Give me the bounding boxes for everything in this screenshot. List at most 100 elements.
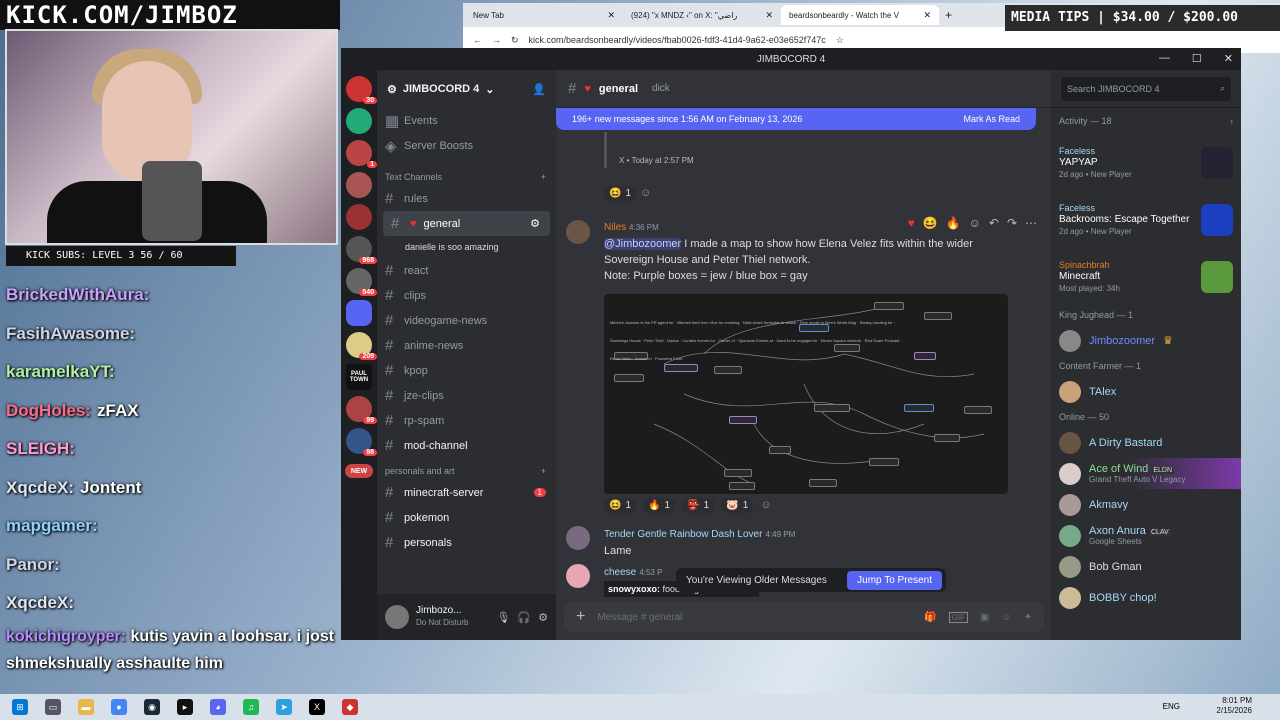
- reply-icon[interactable]: ↶: [989, 216, 999, 230]
- gif-icon[interactable]: GIF: [948, 611, 968, 623]
- reaction[interactable]: 🔥 1: [643, 498, 676, 513]
- close-icon[interactable]: ✕: [765, 10, 773, 21]
- author-name[interactable]: Tender Gentle Rainbow Dash Lover: [604, 529, 762, 540]
- member-item[interactable]: Akmavy: [1051, 489, 1241, 520]
- avatar[interactable]: [566, 220, 590, 244]
- member-item[interactable]: Bob Gman: [1051, 551, 1241, 582]
- server-icon-paul-town[interactable]: PAUL TOWN: [346, 364, 372, 390]
- fire-reaction-icon[interactable]: 🔥: [946, 216, 961, 230]
- thread-item[interactable]: danielle is soo amazing: [377, 236, 556, 258]
- member-item[interactable]: Ace of Wind ELDN Grand Theft Auto V Legac…: [1051, 458, 1241, 489]
- server-header[interactable]: ⚙ JIMBOCORD 4 ⌄ 👤: [377, 70, 556, 108]
- add-reaction-icon[interactable]: ☺: [969, 216, 981, 230]
- channel-anime-news[interactable]: # anime-news: [377, 333, 556, 358]
- gear-icon[interactable]: ⚙: [530, 217, 540, 230]
- heart-reaction-icon[interactable]: ♥: [908, 216, 915, 230]
- activity-card[interactable]: Spinachbrah Minecraft Most played: 34h: [1051, 248, 1241, 305]
- member-item[interactable]: A Dirty Bastard: [1051, 427, 1241, 458]
- steam-icon[interactable]: ◉: [144, 699, 160, 715]
- task-view-icon[interactable]: ▭: [45, 699, 61, 715]
- channel-personals[interactable]: # personals: [377, 530, 556, 555]
- gear-icon[interactable]: ⚙: [538, 611, 548, 624]
- message-input[interactable]: Message # general: [597, 612, 912, 623]
- add-reaction-icon[interactable]: ☺: [760, 499, 771, 511]
- add-channel-icon[interactable]: +: [541, 466, 546, 476]
- channel-mod-channel[interactable]: # mod-channel: [377, 433, 556, 458]
- forward-icon[interactable]: →: [492, 35, 501, 45]
- server-icon[interactable]: 1: [346, 140, 377, 168]
- activity-card[interactable]: Faceless YAPYAP 2d ago • New Player: [1051, 134, 1241, 191]
- system-clock[interactable]: 8:01 PM 2/15/2026: [1216, 696, 1252, 716]
- server-icon[interactable]: 540: [346, 268, 377, 296]
- author-name[interactable]: cheese: [604, 567, 636, 578]
- member-item[interactable]: TAlex: [1051, 376, 1241, 407]
- browser-tab[interactable]: New Tab ✕: [465, 5, 623, 25]
- server-folder-icon[interactable]: [346, 300, 372, 326]
- activity-header[interactable]: Activity — 18 ›: [1051, 108, 1241, 134]
- chrome-icon[interactable]: ●: [111, 699, 127, 715]
- start-icon[interactable]: ⊞: [12, 699, 28, 715]
- language-indicator[interactable]: ENG: [1163, 702, 1180, 711]
- channel-minecraft-server[interactable]: # minecraft-server 1: [377, 480, 556, 505]
- reaction[interactable]: 😆 1: [604, 498, 637, 513]
- search-input[interactable]: Search JIMBOCORD 4 ⌕: [1061, 76, 1231, 101]
- app-icon[interactable]: ◆: [342, 699, 358, 715]
- channel-general[interactable]: # ♥ general ⚙: [383, 211, 550, 236]
- star-icon[interactable]: ☆: [836, 35, 844, 46]
- microphone-icon[interactable]: 🎙: [496, 611, 510, 624]
- x-icon[interactable]: X: [309, 699, 325, 715]
- server-icon[interactable]: 98: [346, 428, 377, 456]
- apps-icon[interactable]: ✦: [1024, 612, 1032, 623]
- reaction[interactable]: 👺 1: [682, 498, 715, 513]
- avatar[interactable]: [385, 605, 409, 629]
- new-tab-icon[interactable]: +: [945, 8, 952, 22]
- new-messages-bar[interactable]: 196+ new messages since 1:56 AM on Febru…: [556, 108, 1036, 130]
- channel-kpop[interactable]: # kpop: [377, 358, 556, 383]
- invite-icon[interactable]: 👤: [532, 83, 546, 96]
- server-icon[interactable]: 99: [346, 396, 377, 424]
- avatar[interactable]: [566, 526, 590, 550]
- close-icon[interactable]: ✕: [923, 10, 931, 21]
- server-icon[interactable]: 209: [346, 332, 377, 360]
- channel-rules[interactable]: # rules: [377, 186, 556, 211]
- close-icon[interactable]: ✕: [607, 10, 615, 21]
- channel-react[interactable]: # react: [377, 258, 556, 283]
- jump-to-present-button[interactable]: Jump To Present: [847, 570, 942, 590]
- add-reaction-icon[interactable]: ☺: [640, 187, 651, 199]
- server-icon[interactable]: [346, 204, 372, 230]
- server-icon[interactable]: [346, 108, 372, 134]
- more-icon[interactable]: ⋯: [1025, 216, 1037, 230]
- gift-icon[interactable]: 🎁: [924, 612, 936, 623]
- new-servers-pill[interactable]: NEW: [345, 464, 373, 478]
- activity-card[interactable]: Faceless Backrooms: Escape Together 2d ago…: [1051, 191, 1241, 248]
- browser-tab[interactable]: (924) "x MNDZ ‹" on X: "راضي ✕: [623, 5, 781, 25]
- channel-rp-spam[interactable]: # rp-spam: [377, 408, 556, 433]
- network-map-image[interactable]: Mitchell Jackson is the PR agent for · M…: [604, 294, 1008, 494]
- laugh-reaction-icon[interactable]: 😆: [923, 216, 938, 230]
- category-personals-and-art[interactable]: personals and art +: [377, 458, 556, 480]
- file-explorer-icon[interactable]: ▬: [78, 699, 94, 715]
- category-text-channels[interactable]: Text Channels +: [377, 164, 556, 186]
- mark-as-read-button[interactable]: Mark As Read: [963, 114, 1020, 124]
- terminal-icon[interactable]: ▸: [177, 699, 193, 715]
- headphones-icon[interactable]: 🎧: [517, 611, 531, 624]
- minimize-icon[interactable]: —: [1159, 52, 1170, 65]
- browser-tab-active[interactable]: beardsonbeardly - Watch the V ✕: [781, 5, 939, 25]
- message-composer[interactable]: + Message # general 🎁 GIF ▣ ☺ ✦: [564, 602, 1044, 632]
- url-field[interactable]: kick.com/beardsonbeardly/videos/fbab0026…: [529, 35, 826, 45]
- server-icon[interactable]: 968: [346, 236, 377, 264]
- discord-icon[interactable]: ◕: [210, 699, 226, 715]
- server-boosts-item[interactable]: ◈ Server Boosts: [377, 133, 556, 158]
- server-icon[interactable]: 30: [346, 76, 377, 104]
- reaction[interactable]: 😆 1: [604, 186, 637, 201]
- emoji-icon[interactable]: ☺: [1001, 612, 1011, 623]
- mention[interactable]: @Jimbozoomer: [604, 238, 682, 250]
- spotify-icon[interactable]: ♫: [243, 699, 259, 715]
- author-name[interactable]: Niles: [604, 222, 626, 233]
- avatar[interactable]: [566, 564, 590, 588]
- events-item[interactable]: ▦ Events: [377, 108, 556, 133]
- channel-clips[interactable]: # clips: [377, 283, 556, 308]
- add-attachment-icon[interactable]: +: [576, 608, 585, 626]
- forward-icon[interactable]: ↷: [1007, 216, 1017, 230]
- member-item[interactable]: BOBBY chop!: [1051, 582, 1241, 613]
